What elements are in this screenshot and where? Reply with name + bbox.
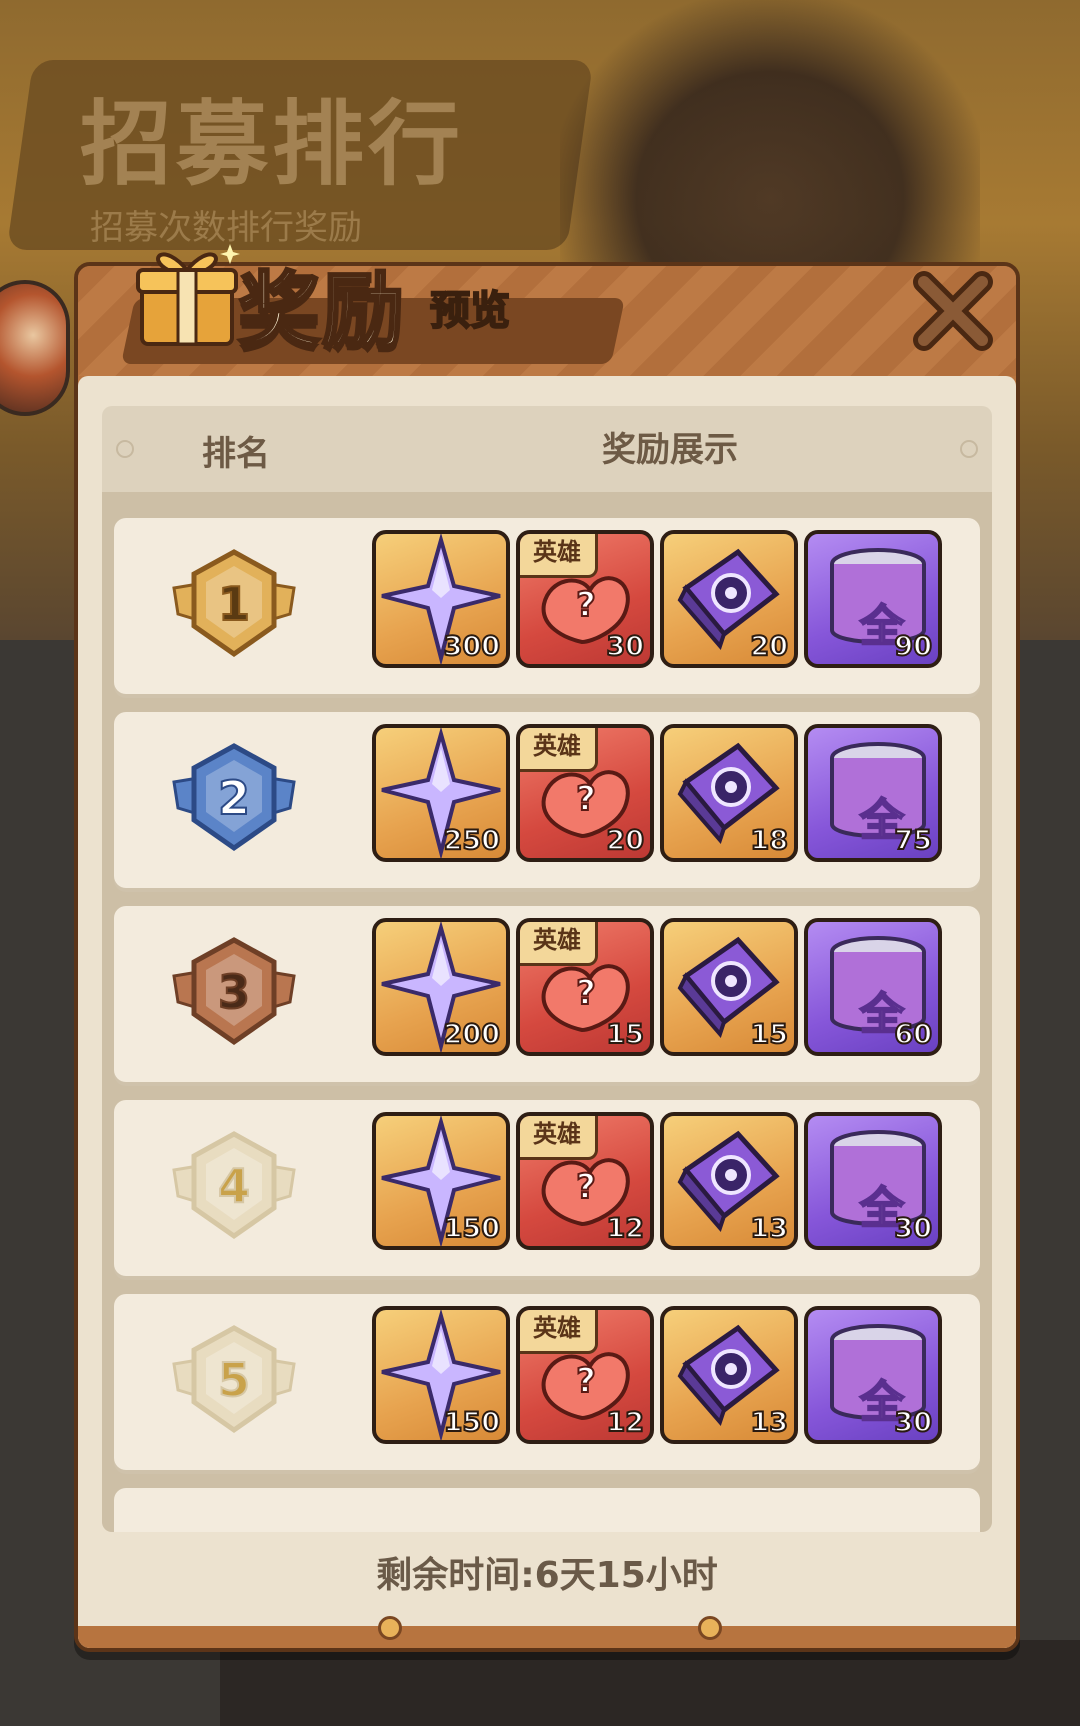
svg-text:?: ?: [576, 1167, 596, 1207]
item-quantity: 15: [749, 1018, 789, 1051]
svg-text:?: ?: [576, 973, 596, 1013]
item-quantity: 30: [893, 1212, 933, 1245]
item-quantity: 20: [605, 824, 645, 857]
universal-can-item[interactable]: 全 60: [804, 918, 942, 1056]
reward-preview-dialog: 奖励 预览 排名 奖励展示 1 300? 英雄 30 20 全 90 2 250? 英雄 20 18 全…: [74, 244, 1020, 1652]
rank-medal-icon: 1: [172, 549, 296, 658]
reward-items: 150? 英雄 12 13 全 30: [372, 1112, 956, 1264]
remaining-time: 剩余时间:6天15小时: [376, 1555, 718, 1596]
item-quantity: 30: [605, 630, 645, 663]
universal-can-item[interactable]: 全 30: [804, 1306, 942, 1444]
hero-tag-badge: 英雄: [520, 1310, 598, 1354]
star-crystal-item[interactable]: 300: [372, 530, 510, 668]
dialog-subtitle: 预览: [429, 287, 511, 335]
header-right-stud: [960, 440, 978, 458]
skill-card-item[interactable]: 13: [660, 1306, 798, 1444]
dialog-title: 奖励: [236, 263, 407, 361]
reward-row: 2 250? 英雄 20 18 全 75: [114, 712, 980, 888]
rank-medal-icon: 4: [172, 1131, 296, 1240]
item-quantity: 13: [749, 1212, 789, 1245]
header-left-stud: [116, 440, 134, 458]
svg-text:?: ?: [576, 585, 596, 625]
item-quantity: 30: [893, 1406, 933, 1439]
hero-tag-badge: 英雄: [520, 1116, 598, 1160]
item-quantity: 12: [605, 1406, 645, 1439]
reward-list[interactable]: 1 300? 英雄 30 20 全 90 2 250? 英雄 20 18 全 75 3 200? 英雄 15 15 全…: [102, 492, 992, 1532]
hero-tag-badge: 英雄: [520, 728, 598, 772]
hero-fragment-item[interactable]: ? 英雄 12: [516, 1306, 654, 1444]
rank-number: 4: [218, 1159, 250, 1213]
avatar: [0, 280, 70, 416]
skill-card-item[interactable]: 13: [660, 1112, 798, 1250]
reward-items: 250? 英雄 20 18 全 75: [372, 724, 956, 876]
rank-number: 1: [218, 577, 250, 631]
item-quantity: 60: [893, 1018, 933, 1051]
column-rank-header: 排名: [202, 434, 270, 474]
item-quantity: 200: [443, 1018, 501, 1051]
skill-card-item[interactable]: 20: [660, 530, 798, 668]
column-reward-header: 奖励展示: [602, 430, 738, 470]
rank-medal-icon: 2: [172, 743, 296, 852]
item-quantity: 20: [749, 630, 789, 663]
footer-stud-left: [378, 1616, 402, 1640]
reward-row-partial: [114, 1488, 980, 1532]
rank-number: 2: [218, 771, 250, 825]
reward-row: 3 200? 英雄 15 15 全 60: [114, 906, 980, 1082]
star-crystal-item[interactable]: 200: [372, 918, 510, 1056]
background-bottom-strip: [220, 1640, 1080, 1726]
hero-tag-badge: 英雄: [520, 922, 598, 966]
reward-row: 1 300? 英雄 30 20 全 90: [114, 518, 980, 694]
item-quantity: 75: [893, 824, 933, 857]
rank-medal-icon: 3: [172, 937, 296, 1046]
universal-can-item[interactable]: 全 30: [804, 1112, 942, 1250]
dialog-footer-bar: [78, 1626, 1016, 1648]
table-header: 排名 奖励展示: [102, 406, 992, 492]
item-quantity: 250: [443, 824, 501, 857]
reward-items: 300? 英雄 30 20 全 90: [372, 530, 956, 682]
star-crystal-item[interactable]: 150: [372, 1306, 510, 1444]
close-icon[interactable]: [910, 268, 996, 354]
hero-fragment-item[interactable]: ? 英雄 30: [516, 530, 654, 668]
reward-items: 200? 英雄 15 15 全 60: [372, 918, 956, 1070]
reward-row: 5 150? 英雄 12 13 全 30: [114, 1294, 980, 1470]
reward-row: 4 150? 英雄 12 13 全 30: [114, 1100, 980, 1276]
svg-text:?: ?: [576, 779, 596, 819]
background-banner-title: 招募排行: [80, 91, 465, 198]
reward-items: 150? 英雄 12 13 全 30: [372, 1306, 956, 1458]
hero-fragment-item[interactable]: ? 英雄 20: [516, 724, 654, 862]
svg-text:?: ?: [576, 1361, 596, 1401]
item-quantity: 150: [443, 1212, 501, 1245]
item-quantity: 150: [443, 1406, 501, 1439]
hero-fragment-item[interactable]: ? 英雄 15: [516, 918, 654, 1056]
rank-number: 3: [218, 965, 250, 1019]
item-quantity: 90: [893, 630, 933, 663]
skill-card-item[interactable]: 15: [660, 918, 798, 1056]
universal-can-item[interactable]: 全 75: [804, 724, 942, 862]
item-quantity: 18: [749, 824, 789, 857]
rank-number: 5: [218, 1353, 250, 1407]
skill-card-item[interactable]: 18: [660, 724, 798, 862]
dialog-body: 排名 奖励展示 1 300? 英雄 30 20 全 90 2 250? 英雄 20 18 全 75 3 200…: [78, 376, 1016, 1648]
star-crystal-item[interactable]: 250: [372, 724, 510, 862]
dialog-header: 奖励 预览: [78, 244, 1016, 376]
item-quantity: 12: [605, 1212, 645, 1245]
universal-can-item[interactable]: 全 90: [804, 530, 942, 668]
star-crystal-item[interactable]: 150: [372, 1112, 510, 1250]
gift-box-icon: [136, 244, 240, 346]
footer-stud-right: [698, 1616, 722, 1640]
hero-fragment-item[interactable]: ? 英雄 12: [516, 1112, 654, 1250]
hero-tag-badge: 英雄: [520, 534, 598, 578]
item-quantity: 13: [749, 1406, 789, 1439]
rank-medal-icon: 5: [172, 1325, 296, 1434]
item-quantity: 300: [443, 630, 501, 663]
item-quantity: 15: [605, 1018, 645, 1051]
